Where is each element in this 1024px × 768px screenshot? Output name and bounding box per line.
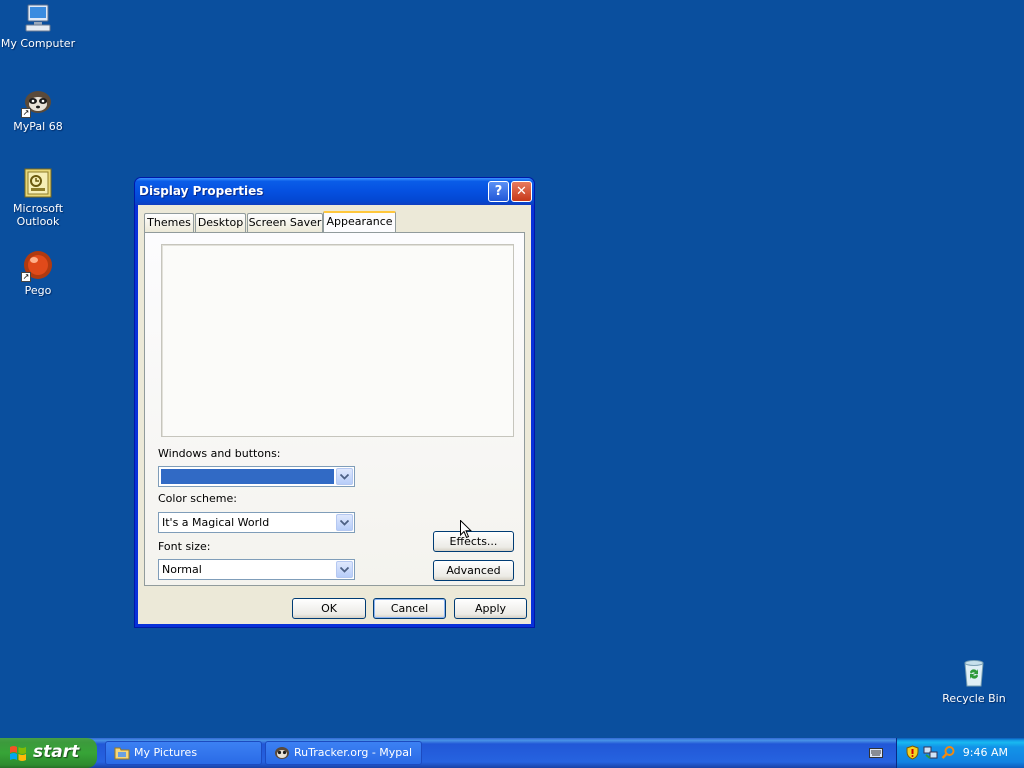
- desktop-icon-label: Recycle Bin: [942, 692, 1006, 705]
- network-icon[interactable]: [923, 745, 938, 760]
- desktop-icon-outlook[interactable]: Microsoft Outlook: [0, 167, 76, 228]
- help-icon: ?: [494, 184, 503, 199]
- tab-screen-saver[interactable]: Screen Saver: [247, 213, 323, 232]
- ok-button[interactable]: OK: [292, 598, 366, 619]
- tab-themes[interactable]: Themes: [144, 213, 194, 232]
- outlook-icon: [22, 167, 54, 199]
- windows-logo-icon: [10, 746, 26, 761]
- close-icon: ✕: [516, 184, 527, 199]
- pego-icon: ↗: [21, 249, 54, 282]
- desktop-icon-my-computer[interactable]: My Computer: [0, 2, 76, 50]
- desktop-icon-mypal[interactable]: ↗ MyPal 68: [0, 85, 76, 133]
- keyboard-language-icon[interactable]: [869, 748, 883, 758]
- desktop-icon-pego[interactable]: ↗ Pego: [0, 249, 76, 297]
- chevron-down-icon: [340, 567, 349, 573]
- taskbar-item-rutracker[interactable]: RuTracker.org - Mypal: [265, 741, 422, 765]
- dropdown-button[interactable]: [336, 561, 353, 578]
- taskbar-item-label: RuTracker.org - Mypal: [294, 746, 413, 759]
- title-bar[interactable]: Display Properties ? ✕: [135, 178, 534, 205]
- apply-button[interactable]: Apply: [454, 598, 527, 619]
- cancel-button[interactable]: Cancel: [373, 598, 446, 619]
- appearance-preview: [161, 244, 514, 437]
- select-value: Normal: [162, 563, 202, 576]
- effects-button[interactable]: Effects...: [433, 531, 514, 552]
- windows-buttons-select[interactable]: [158, 466, 355, 487]
- desktop-icon-recycle-bin[interactable]: Recycle Bin: [936, 657, 1012, 705]
- tab-label: Themes: [147, 216, 191, 229]
- dialog-body: Themes Desktop Screen Saver Appearance W…: [138, 205, 531, 624]
- dropdown-button[interactable]: [336, 514, 353, 531]
- color-scheme-label: Color scheme:: [158, 492, 237, 505]
- tab-appearance[interactable]: Appearance: [323, 211, 396, 232]
- mypal-icon: ↗: [21, 85, 54, 118]
- desktop-icon-label: Microsoft Outlook: [12, 202, 64, 228]
- window-title: Display Properties: [139, 184, 264, 198]
- tab-label: Appearance: [326, 215, 393, 228]
- font-size-label: Font size:: [158, 540, 211, 553]
- taskbar: start My Pictures RuTracker.org - Mypal: [0, 738, 1024, 768]
- tab-desktop[interactable]: Desktop: [195, 213, 246, 232]
- tab-label: Screen Saver: [248, 216, 322, 229]
- security-shield-icon[interactable]: [905, 745, 920, 760]
- desktop-icon-label: MyPal 68: [13, 120, 63, 133]
- desktop-icon-label: My Computer: [0, 37, 76, 50]
- font-size-select[interactable]: Normal: [158, 559, 355, 580]
- clock[interactable]: 9:46 AM: [963, 746, 1008, 759]
- windows-buttons-label: Windows and buttons:: [158, 447, 281, 460]
- mouse-cursor-icon: [460, 520, 472, 539]
- search-icon[interactable]: [941, 745, 956, 760]
- chevron-down-icon: [340, 520, 349, 526]
- help-button[interactable]: ?: [488, 181, 509, 202]
- selected-value-highlight: [161, 469, 334, 484]
- start-label: start: [33, 742, 80, 762]
- select-value: It's a Magical World: [162, 516, 270, 529]
- my-computer-icon: [22, 2, 54, 34]
- dropdown-button[interactable]: [336, 468, 353, 485]
- close-button[interactable]: ✕: [511, 181, 532, 202]
- system-tray: 9:46 AM: [896, 738, 1024, 768]
- start-button[interactable]: start: [0, 738, 97, 768]
- taskbar-item-label: My Pictures: [134, 746, 198, 759]
- taskbar-item-my-pictures[interactable]: My Pictures: [105, 741, 262, 765]
- recycle-bin-icon: [958, 657, 990, 689]
- mypal-icon: [275, 747, 289, 759]
- folder-icon: [114, 747, 130, 760]
- desktop-icon-label: Pego: [24, 284, 52, 297]
- chevron-down-icon: [340, 474, 349, 480]
- color-scheme-select[interactable]: It's a Magical World: [158, 512, 355, 533]
- display-properties-window: Display Properties ? ✕ Themes Desktop Sc…: [134, 177, 535, 628]
- advanced-button[interactable]: Advanced: [433, 560, 514, 581]
- tab-label: Desktop: [197, 216, 244, 229]
